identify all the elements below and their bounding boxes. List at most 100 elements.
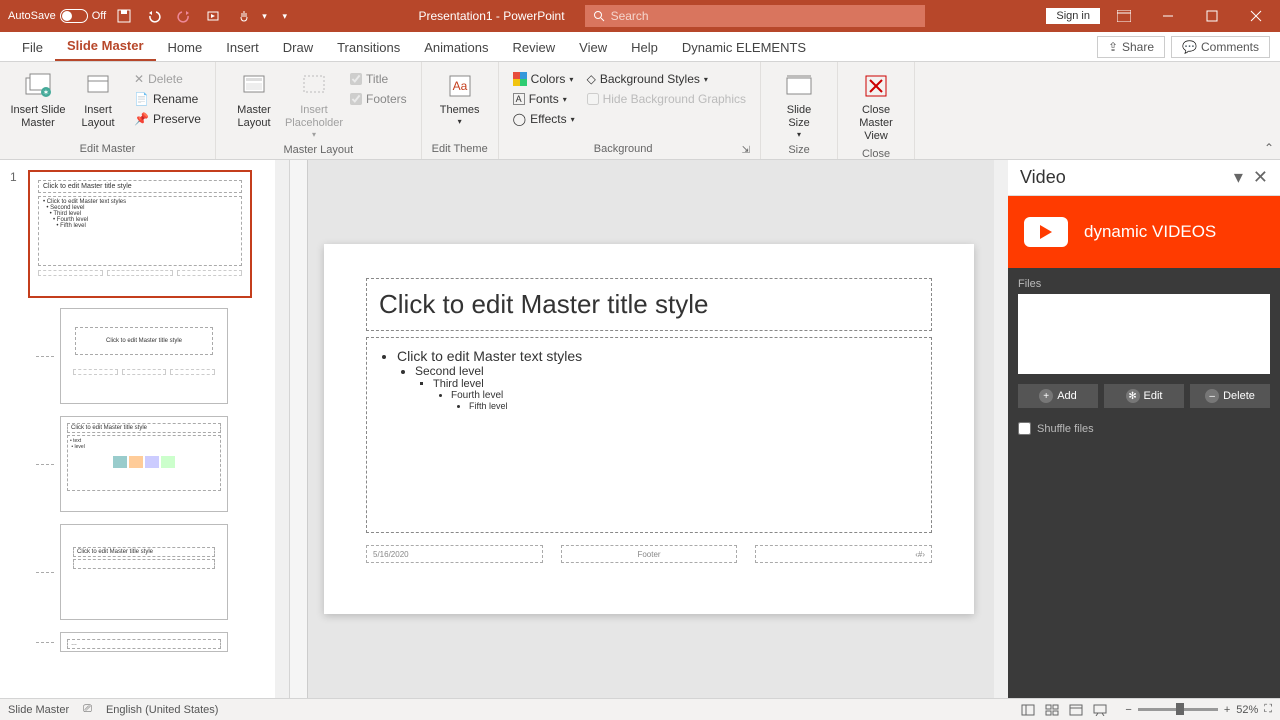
- bg-styles-icon: ◇: [587, 72, 596, 86]
- colors-button[interactable]: Colors▾: [509, 70, 579, 88]
- tab-help[interactable]: Help: [619, 34, 670, 61]
- svg-text:✶: ✶: [43, 88, 50, 97]
- thumbnail-scrollbar[interactable]: [275, 160, 289, 698]
- delete-file-button[interactable]: –Delete: [1190, 384, 1270, 408]
- group-size: Slide Size▾ Size: [761, 62, 838, 159]
- minus-icon: –: [1205, 389, 1219, 403]
- reading-view-button[interactable]: [1065, 701, 1087, 719]
- themes-icon: Aa: [444, 70, 476, 102]
- search-input[interactable]: [611, 9, 917, 23]
- shuffle-checkbox[interactable]: Shuffle files: [1018, 422, 1270, 435]
- title-placeholder[interactable]: Click to edit Master title style: [366, 278, 932, 331]
- svg-text:Aa: Aa: [452, 79, 467, 93]
- zoom-level[interactable]: 52%: [1236, 704, 1258, 716]
- sign-in-button[interactable]: Sign in: [1046, 8, 1100, 24]
- maximize-button[interactable]: [1192, 0, 1232, 32]
- close-window-button[interactable]: [1236, 0, 1276, 32]
- plus-icon: +: [1039, 389, 1053, 403]
- close-icon: [860, 70, 892, 102]
- layout-thumbnail[interactable]: Click to edit Master title style: [60, 308, 285, 404]
- share-button[interactable]: ⇪Share: [1097, 36, 1165, 58]
- minimize-button[interactable]: [1148, 0, 1188, 32]
- preserve-button[interactable]: 📌Preserve: [130, 110, 205, 128]
- master-slide-thumbnail[interactable]: 1 Click to edit Master title style • Cli…: [10, 170, 285, 298]
- master-layout-button[interactable]: Master Layout: [224, 66, 284, 134]
- pane-close-button[interactable]: ✕: [1253, 167, 1268, 188]
- collapse-ribbon-button[interactable]: ⌃: [1264, 141, 1274, 155]
- zoom-in-button[interactable]: +: [1224, 704, 1230, 716]
- undo-button[interactable]: [142, 4, 166, 28]
- group-edit-master: ✶ Insert Slide Master Insert Layout ✕Del…: [0, 62, 216, 159]
- redo-button[interactable]: [172, 4, 196, 28]
- background-styles-button[interactable]: ◇Background Styles▾: [583, 70, 750, 88]
- autosave-toggle[interactable]: AutoSave Off: [8, 9, 106, 23]
- status-language[interactable]: English (United States): [106, 704, 219, 716]
- edit-file-button[interactable]: ✻Edit: [1104, 384, 1184, 408]
- close-master-view-button[interactable]: Close Master View: [846, 66, 906, 148]
- main-area: 1 Click to edit Master title style • Cli…: [0, 160, 1280, 698]
- fit-to-window-button[interactable]: ⛶: [1264, 703, 1272, 716]
- background-dialog-launcher[interactable]: ⇲: [740, 145, 752, 156]
- content-placeholder[interactable]: Click to edit Master text styles Second …: [366, 337, 932, 533]
- add-file-button[interactable]: +Add: [1018, 384, 1098, 408]
- group-master-layout: Master Layout Insert Placeholder▾ Title …: [216, 62, 422, 159]
- zoom-control[interactable]: − + 52% ⛶: [1125, 703, 1272, 716]
- group-edit-theme: Aa Themes▾ Edit Theme: [422, 62, 499, 159]
- search-icon: [593, 10, 605, 22]
- ribbon-display-button[interactable]: [1104, 0, 1144, 32]
- files-listbox[interactable]: [1018, 294, 1270, 374]
- save-button[interactable]: [112, 4, 136, 28]
- delete-layout-button[interactable]: ✕Delete: [130, 70, 205, 88]
- tab-insert[interactable]: Insert: [214, 34, 271, 61]
- layout-thumbnail[interactable]: Click to edit Master title style: [60, 524, 285, 620]
- tab-home[interactable]: Home: [156, 34, 215, 61]
- normal-view-button[interactable]: [1017, 701, 1039, 719]
- footer-placeholder[interactable]: Footer: [561, 545, 738, 563]
- status-mode: Slide Master: [8, 704, 69, 716]
- accessibility-icon[interactable]: ⎚: [83, 703, 92, 716]
- insert-placeholder-button[interactable]: Insert Placeholder▾: [284, 66, 344, 144]
- fonts-button[interactable]: AFonts▾: [509, 90, 579, 108]
- start-from-beginning-button[interactable]: [202, 4, 226, 28]
- slideshow-button[interactable]: [1089, 701, 1111, 719]
- layout-thumbnail[interactable]: Click to edit Master title style • text …: [60, 416, 285, 512]
- tab-draw[interactable]: Draw: [271, 34, 325, 61]
- slide-sorter-button[interactable]: [1041, 701, 1063, 719]
- insert-layout-button[interactable]: Insert Layout: [68, 66, 128, 134]
- gear-icon: ✻: [1126, 389, 1140, 403]
- group-background: Colors▾ AFonts▾ ◯Effects▾ ◇Background St…: [499, 62, 761, 159]
- effects-icon: ◯: [513, 112, 526, 126]
- themes-button[interactable]: Aa Themes▾: [430, 66, 490, 131]
- tab-slide-master[interactable]: Slide Master: [55, 32, 156, 61]
- slide-canvas[interactable]: Click to edit Master title style Click t…: [324, 244, 974, 614]
- footers-checkbox[interactable]: Footers: [346, 90, 411, 108]
- touch-mode-button[interactable]: [232, 4, 256, 28]
- editor-scrollbar[interactable]: [994, 160, 1008, 698]
- slide-number-placeholder[interactable]: ‹#›: [755, 545, 932, 563]
- rename-button[interactable]: 📄Rename: [130, 90, 205, 108]
- slide-editor: Click to edit Master title style Click t…: [290, 160, 1008, 698]
- effects-button[interactable]: ◯Effects▾: [509, 110, 579, 128]
- tab-transitions[interactable]: Transitions: [325, 34, 412, 61]
- tab-view[interactable]: View: [567, 34, 619, 61]
- comments-button[interactable]: 💬Comments: [1171, 36, 1270, 58]
- insert-slide-master-button[interactable]: ✶ Insert Slide Master: [8, 66, 68, 134]
- search-box[interactable]: [585, 5, 925, 27]
- tab-review[interactable]: Review: [501, 34, 568, 61]
- layout-thumbnail[interactable]: …: [60, 632, 285, 652]
- title-checkbox[interactable]: Title: [346, 70, 411, 88]
- tab-dynamic-elements[interactable]: Dynamic ELEMENTS: [670, 34, 818, 61]
- pane-dropdown-button[interactable]: ▾: [1234, 167, 1243, 188]
- zoom-slider[interactable]: [1138, 708, 1218, 711]
- slide-size-button[interactable]: Slide Size▾: [769, 66, 829, 144]
- files-label: Files: [1018, 278, 1270, 290]
- slide-size-icon: [783, 70, 815, 102]
- layout-icon: [82, 70, 114, 102]
- date-placeholder[interactable]: 5/16/2020: [366, 545, 543, 563]
- tab-animations[interactable]: Animations: [412, 34, 500, 61]
- placeholder-icon: [298, 70, 330, 102]
- hide-bg-checkbox[interactable]: Hide Background Graphics: [583, 90, 750, 108]
- zoom-out-button[interactable]: −: [1125, 704, 1131, 716]
- qat-customize-button[interactable]: ▾: [273, 4, 297, 28]
- tab-file[interactable]: File: [10, 34, 55, 61]
